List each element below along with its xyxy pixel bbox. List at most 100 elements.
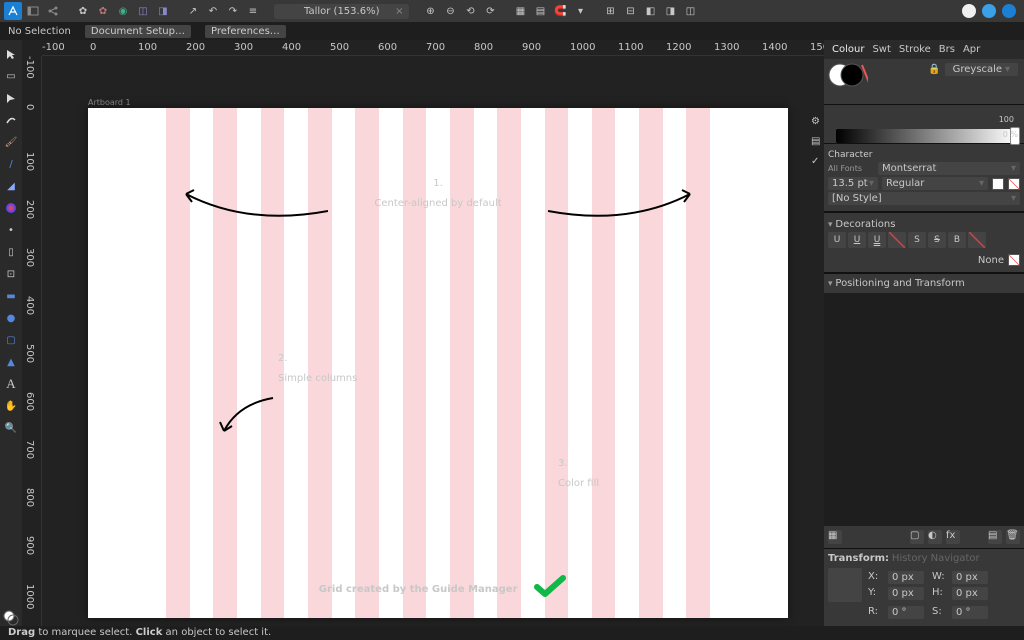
dropdown-icon[interactable]: ▾: [571, 2, 589, 20]
h-field[interactable]: 0 px: [952, 587, 988, 600]
underline3-button[interactable]: U: [868, 232, 886, 248]
rounded-tool[interactable]: ▢: [3, 332, 19, 348]
weight-select[interactable]: Regular▾: [882, 177, 988, 190]
tab-stroke[interactable]: Stroke: [899, 44, 931, 55]
hand-tool[interactable]: ✋: [3, 398, 19, 414]
persona-2[interactable]: [982, 4, 996, 18]
s-label: S:: [932, 606, 944, 619]
swatch-fg[interactable]: [3, 610, 19, 626]
flower2-icon[interactable]: ✿: [94, 2, 112, 20]
move-tool[interactable]: [3, 46, 19, 62]
zoom-tool[interactable]: 🔍: [3, 420, 19, 436]
text-bg-swatch[interactable]: [1008, 178, 1020, 190]
rail-gear-icon[interactable]: ⚙: [811, 116, 821, 126]
div-icon[interactable]: ◨: [661, 2, 679, 20]
lock-icon[interactable]: 🔒: [928, 64, 940, 75]
style-select[interactable]: [No Style]▾: [828, 192, 1020, 205]
zoom-in-icon[interactable]: ⊕: [421, 2, 439, 20]
colour-mode-select[interactable]: Greyscale ▾: [945, 63, 1018, 76]
thumb-4[interactable]: fx: [946, 530, 960, 544]
size-select[interactable]: 13.5 pt▾: [828, 177, 878, 190]
s-field[interactable]: 0 °: [952, 606, 988, 619]
preferences-button[interactable]: Preferences…: [205, 25, 286, 38]
w-field[interactable]: 0 px: [952, 571, 988, 584]
redo-icon[interactable]: ↷: [224, 2, 242, 20]
pencil-tool[interactable]: 🖌: [3, 134, 19, 150]
xor-icon[interactable]: ◫: [681, 2, 699, 20]
brush-tool[interactable]: /: [3, 156, 19, 172]
group2-icon[interactable]: ▤: [531, 2, 549, 20]
rect-tool[interactable]: ▬: [3, 288, 19, 304]
tab-appearance[interactable]: Apr: [963, 44, 980, 55]
strike2-button[interactable]: S: [928, 232, 946, 248]
share-icon[interactable]: [44, 2, 62, 20]
transform-tabs[interactable]: History Navigator: [892, 553, 980, 564]
canvas[interactable]: -100010020030040050060070080090010001100…: [22, 40, 824, 626]
doc-setup-button[interactable]: Document Setup…: [85, 25, 191, 38]
persona-3[interactable]: [1002, 4, 1016, 18]
x-field[interactable]: 0 px: [888, 571, 924, 584]
app-icon[interactable]: [4, 2, 22, 20]
status-drag-t: to marquee select.: [35, 627, 135, 638]
panel-icon[interactable]: [24, 2, 42, 20]
snap-icon[interactable]: 🧲: [551, 2, 569, 20]
underline2-button[interactable]: U: [848, 232, 866, 248]
rotate2-icon[interactable]: ⟳: [481, 2, 499, 20]
rotate-icon[interactable]: ⟲: [461, 2, 479, 20]
persona-1[interactable]: [962, 4, 976, 18]
allfonts-label: All Fonts: [828, 164, 874, 173]
text-tool[interactable]: A: [3, 376, 19, 392]
strike-button[interactable]: S: [908, 232, 926, 248]
pen-tool[interactable]: [3, 112, 19, 128]
anchor-selector[interactable]: [828, 568, 862, 602]
undo-icon[interactable]: ↶: [204, 2, 222, 20]
triangle-tool[interactable]: ▲: [3, 354, 19, 370]
artboard[interactable]: 1. Center-aligned by default 2. Simple c…: [88, 108, 788, 618]
arrow-icon[interactable]: ↗: [184, 2, 202, 20]
thumb-6[interactable]: 🗑: [1006, 530, 1020, 544]
zoom-out-icon[interactable]: ⊖: [441, 2, 459, 20]
document-title[interactable]: Tallor (153.6%)×: [274, 4, 409, 19]
transparency-tool[interactable]: •: [3, 222, 19, 238]
close-icon[interactable]: ×: [395, 6, 403, 17]
tab-swatches[interactable]: Swt: [872, 44, 890, 55]
artboard-tool[interactable]: ▭: [3, 68, 19, 84]
tools-panel: ▭ 🖌 / ◢ • ▯ ⊡ ▬ ● ▢ ▲ A ✋ 🔍: [0, 40, 22, 626]
fill-tool[interactable]: ◢: [3, 178, 19, 194]
thumb-3[interactable]: ◐: [928, 530, 942, 544]
fill-stroke-swatch[interactable]: [828, 61, 868, 89]
gradient-tool[interactable]: [3, 200, 19, 216]
thumb-5[interactable]: ▤: [988, 530, 1002, 544]
deco-none-swatch[interactable]: [1008, 254, 1020, 266]
group1-icon[interactable]: ▦: [511, 2, 529, 20]
font-select[interactable]: Montserrat▾: [878, 162, 1020, 175]
strike-color[interactable]: [968, 232, 986, 248]
bold-button[interactable]: B: [948, 232, 966, 248]
slice-icon[interactable]: ◫: [134, 2, 152, 20]
align-icon[interactable]: ≡: [244, 2, 262, 20]
thumb-2[interactable]: ▢: [910, 530, 924, 544]
tab-colour[interactable]: Colour: [832, 44, 864, 55]
node-tool[interactable]: [3, 90, 19, 106]
uline-color[interactable]: [888, 232, 906, 248]
pos-title: Positioning and Transform: [835, 278, 964, 289]
r-field[interactable]: 0 °: [888, 606, 924, 619]
thumb-1[interactable]: ▦: [828, 530, 842, 544]
node-icon[interactable]: ◉: [114, 2, 132, 20]
text-color-swatch[interactable]: [992, 178, 1004, 190]
slice2-icon[interactable]: ◨: [154, 2, 172, 20]
y-field[interactable]: 0 px: [888, 587, 924, 600]
crop-tool[interactable]: ⊡: [3, 266, 19, 282]
underline-button[interactable]: U: [828, 232, 846, 248]
flower1-icon[interactable]: ✿: [74, 2, 92, 20]
sub-icon[interactable]: ⊟: [621, 2, 639, 20]
add-icon[interactable]: ⊞: [601, 2, 619, 20]
deco-none: None: [978, 255, 1004, 266]
tab-brushes[interactable]: Brs: [939, 44, 955, 55]
vector-crop-tool[interactable]: ▯: [3, 244, 19, 260]
rail-check-icon[interactable]: ✓: [811, 156, 821, 166]
ellipse-tool[interactable]: ●: [3, 310, 19, 326]
rail-layers-icon[interactable]: ▤: [811, 136, 821, 146]
int-icon[interactable]: ◧: [641, 2, 659, 20]
greyscale-slider[interactable]: [836, 129, 1016, 143]
